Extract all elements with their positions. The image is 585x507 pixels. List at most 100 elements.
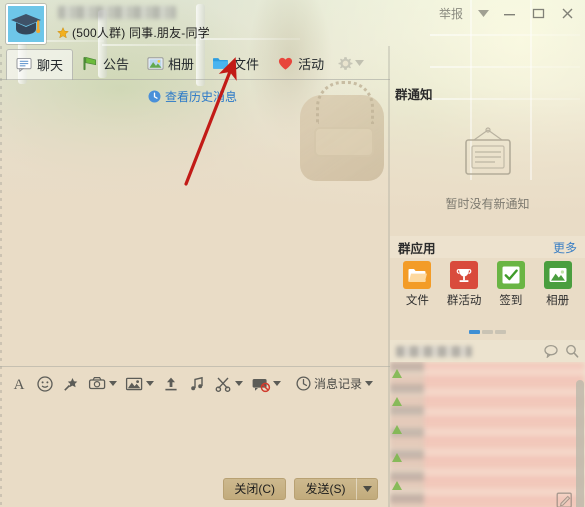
view-history-label: 查看历史消息 bbox=[165, 90, 238, 104]
hanging-board-icon bbox=[464, 126, 511, 175]
expand-caret-icon[interactable] bbox=[392, 424, 402, 434]
chevron-down-icon[interactable] bbox=[146, 381, 154, 386]
group-apps-more-link[interactable]: 更多 bbox=[553, 239, 577, 256]
search-icon[interactable] bbox=[565, 344, 579, 358]
file-upload-icon[interactable] bbox=[159, 372, 183, 396]
chevron-down-icon[interactable] bbox=[235, 381, 243, 386]
message-log-button[interactable]: 消息记录 bbox=[296, 375, 374, 392]
group-app-activity-label: 群活动 bbox=[446, 295, 482, 307]
chat-bubble-icon[interactable] bbox=[544, 344, 559, 358]
group-notice-empty-text: 暂时没有新通知 bbox=[445, 196, 530, 211]
clock-icon bbox=[148, 90, 161, 103]
group-notice-empty-state: 暂时没有新通知 bbox=[390, 104, 585, 234]
expand-caret-icon[interactable] bbox=[392, 368, 402, 378]
member-list[interactable]: 7 bbox=[390, 362, 585, 507]
group-subtitle: (500人群) 同事.朋友-同学 bbox=[72, 26, 210, 40]
message-log-label: 消息记录 bbox=[314, 377, 363, 391]
group-subtitle-row: (500人群) 同事.朋友-同学 bbox=[57, 24, 210, 41]
image-icon[interactable] bbox=[122, 372, 157, 396]
member-header-icons bbox=[544, 344, 579, 358]
close-button[interactable] bbox=[554, 3, 581, 25]
group-apps-header: 群应用 更多 bbox=[390, 236, 585, 258]
group-name-blurred bbox=[58, 6, 176, 19]
tab-files-label: 文件 bbox=[233, 56, 260, 72]
report-button[interactable]: 举报 bbox=[432, 2, 470, 25]
member-list-header bbox=[390, 340, 585, 362]
pager-dot-active[interactable] bbox=[469, 330, 480, 334]
chevron-down-icon bbox=[362, 485, 372, 492]
dialog-button-row: 关闭(C) 发送(S) bbox=[0, 470, 390, 507]
screenshot-icon[interactable] bbox=[85, 372, 120, 396]
folder-icon bbox=[213, 57, 229, 69]
avatar[interactable] bbox=[6, 4, 46, 44]
maximize-button[interactable] bbox=[525, 3, 552, 25]
star-icon bbox=[57, 26, 69, 38]
group-apps-pager[interactable] bbox=[390, 328, 585, 336]
tab-album-label: 相册 bbox=[168, 56, 195, 72]
font-icon[interactable]: A bbox=[7, 372, 31, 396]
megaphone-flag-icon bbox=[83, 56, 97, 70]
group-apps-grid: 文件 群活动 签到 相册 bbox=[390, 261, 585, 323]
graduation-cap-icon bbox=[11, 14, 41, 35]
photo-icon bbox=[147, 56, 164, 70]
folder-app-icon bbox=[403, 261, 432, 289]
music-icon[interactable] bbox=[185, 372, 209, 396]
emoji-icon[interactable] bbox=[33, 372, 57, 396]
photo-app-icon bbox=[543, 261, 572, 289]
group-app-album-label: 相册 bbox=[546, 295, 570, 307]
tab-chat-label: 聊天 bbox=[37, 58, 64, 73]
expand-caret-icon[interactable] bbox=[392, 452, 402, 462]
message-input[interactable] bbox=[0, 400, 390, 466]
chevron-down-icon[interactable] bbox=[365, 381, 374, 386]
group-app-files[interactable]: 文件 bbox=[395, 261, 439, 308]
gear-icon[interactable] bbox=[337, 55, 354, 72]
group-apps-title: 群应用 bbox=[398, 241, 436, 256]
send-button[interactable]: 发送(S) bbox=[294, 477, 356, 500]
send-button-group: 发送(S) bbox=[294, 477, 378, 500]
chevron-down-icon[interactable] bbox=[109, 381, 117, 386]
close-chat-button[interactable]: 关闭(C) bbox=[223, 477, 286, 500]
group-app-album[interactable]: 相册 bbox=[536, 261, 580, 308]
message-toolbar: A 消息记录 bbox=[0, 366, 390, 400]
pager-dot[interactable] bbox=[495, 330, 506, 334]
trophy-app-icon bbox=[450, 261, 479, 289]
tab-settings-group[interactable] bbox=[337, 55, 365, 72]
chevron-down-icon[interactable] bbox=[355, 60, 365, 66]
tab-bar-underline bbox=[0, 79, 390, 80]
view-history-link[interactable]: 查看历史消息 bbox=[148, 88, 237, 105]
member-header-blurred-text bbox=[396, 345, 472, 357]
shake-blocked-icon[interactable] bbox=[248, 372, 284, 396]
magic-wand-icon[interactable] bbox=[59, 372, 83, 396]
tab-announcement-label: 公告 bbox=[103, 56, 130, 72]
group-app-checkin[interactable]: 签到 bbox=[489, 261, 533, 308]
window-controls: 举报 bbox=[432, 2, 581, 25]
clock-icon bbox=[296, 376, 311, 391]
member-list-scrollbar[interactable] bbox=[576, 380, 584, 507]
tab-files[interactable]: 文件 bbox=[203, 48, 268, 78]
tab-announcement[interactable]: 公告 bbox=[73, 48, 138, 78]
svg-text:A: A bbox=[14, 377, 25, 393]
group-notice-title: 群通知 bbox=[395, 88, 433, 102]
tab-activity[interactable]: 活动 bbox=[268, 48, 333, 78]
tab-chat[interactable]: 聊天 bbox=[6, 48, 74, 80]
group-tab-bar: 聊天 公告 相册 文件 活动 bbox=[0, 46, 390, 80]
chevron-down-icon[interactable] bbox=[472, 4, 494, 24]
pager-dot[interactable] bbox=[482, 330, 493, 334]
group-app-activity[interactable]: 群活动 bbox=[442, 261, 486, 308]
right-side-panel: 群通知 暂时没有新通知 群应用 更多 文件 群活动 签到 相册 bbox=[390, 46, 585, 507]
tab-album[interactable]: 相册 bbox=[138, 48, 203, 78]
chevron-down-icon[interactable] bbox=[273, 381, 281, 386]
expand-caret-icon[interactable] bbox=[392, 480, 402, 490]
compose-icon[interactable] bbox=[556, 492, 573, 507]
scissors-icon[interactable] bbox=[211, 372, 246, 396]
check-app-icon bbox=[496, 261, 525, 289]
expand-caret-icon[interactable] bbox=[392, 396, 402, 406]
send-options-button[interactable] bbox=[356, 477, 378, 500]
group-app-checkin-label: 签到 bbox=[499, 295, 523, 307]
qq-group-chat-window: (500人群) 同事.朋友-同学 举报 聊天 公告 相册 文件 活动 查看历史消… bbox=[0, 0, 585, 507]
chat-bubble-icon bbox=[16, 57, 32, 72]
minimize-button[interactable] bbox=[496, 3, 523, 25]
tab-activity-label: 活动 bbox=[298, 56, 325, 72]
group-app-files-label: 文件 bbox=[405, 295, 429, 307]
heart-flag-icon bbox=[279, 57, 293, 70]
